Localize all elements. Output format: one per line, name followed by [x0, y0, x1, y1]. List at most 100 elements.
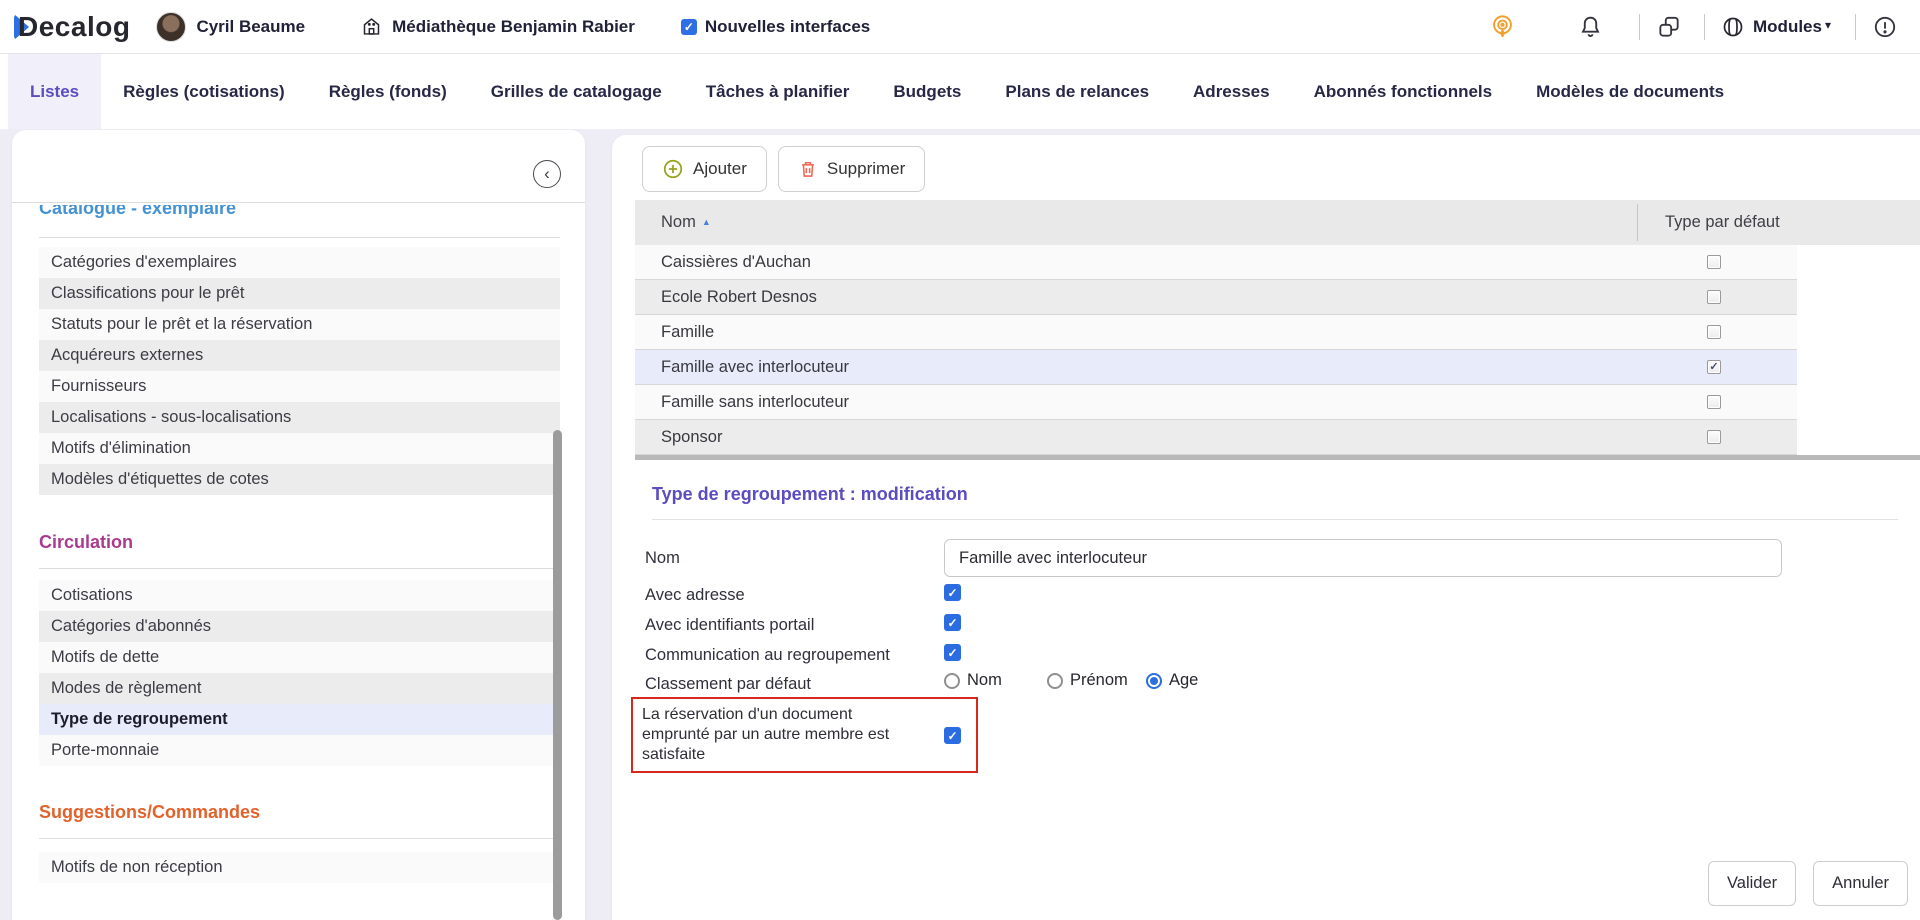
lists-sidebar: ‹ Catalogue - exemplaire Catégories d'ex…: [12, 130, 585, 920]
table-row[interactable]: Famille sans interlocuteur: [635, 385, 1797, 420]
column-header-type-par-defaut[interactable]: Type par défaut: [1665, 200, 1780, 245]
table-toolbar: Ajouter Supprimer: [642, 146, 925, 192]
table-row[interactable]: Caissières d'Auchan: [635, 245, 1797, 280]
table-row[interactable]: Famille: [635, 315, 1797, 350]
classement-par-defaut-label: Classement par défaut: [645, 675, 811, 694]
table-row[interactable]: Ecole Robert Desnos: [635, 280, 1797, 315]
sidebar-item-motifs-elimination[interactable]: Motifs d'élimination: [39, 433, 560, 464]
header-divider: [1855, 14, 1856, 40]
add-button[interactable]: Ajouter: [642, 146, 767, 192]
default-type-checkbox[interactable]: [1707, 360, 1721, 374]
sidebar-item-classifications-pret[interactable]: Classifications pour le prêt: [39, 278, 560, 309]
sidebar-item-cotisations[interactable]: Cotisations: [39, 580, 560, 611]
avec-identifiants-portail-label: Avec identifiants portail: [645, 616, 814, 635]
new-ui-label: Nouvelles interfaces: [705, 17, 870, 37]
collapse-sidebar-button[interactable]: ‹: [533, 160, 561, 188]
default-type-checkbox[interactable]: [1707, 290, 1721, 304]
tab-adresses[interactable]: Adresses: [1171, 54, 1292, 129]
sidebar-item-fournisseurs[interactable]: Fournisseurs: [39, 371, 560, 402]
plus-circle-icon: [662, 158, 684, 180]
tab-budgets[interactable]: Budgets: [871, 54, 983, 129]
nom-input[interactable]: [944, 539, 1782, 577]
sidebar-item-categories-exemplaires[interactable]: Catégories d'exemplaires: [39, 247, 560, 278]
radio-icon[interactable]: [944, 673, 960, 689]
radio-option-nom[interactable]: Nom: [944, 671, 1002, 690]
column-header-nom[interactable]: Nom▲: [661, 200, 711, 245]
tab-regles-cotisations[interactable]: Règles (cotisations): [101, 54, 307, 129]
modules-menu[interactable]: Modules ▾: [1721, 15, 1831, 39]
nom-field-label: Nom: [645, 549, 680, 568]
sidebar-divider: [39, 838, 560, 839]
module-tabbar: Listes Règles (cotisations) Règles (fond…: [0, 54, 1920, 129]
cancel-button[interactable]: Annuler: [1813, 861, 1908, 906]
default-type-checkbox[interactable]: [1707, 430, 1721, 444]
modules-icon: [1721, 15, 1745, 39]
chevron-left-icon: ‹: [544, 164, 550, 183]
form-divider: [652, 519, 1898, 520]
sidebar-divider: [39, 568, 560, 569]
reservation-satisfaite-checkbox[interactable]: [944, 727, 961, 744]
delete-button[interactable]: Supprimer: [778, 146, 925, 192]
tab-plans-de-relances[interactable]: Plans de relances: [983, 54, 1171, 129]
main-panel: Ajouter Supprimer Nom▲ Type par défaut: [612, 135, 1920, 920]
table-horizontal-scrollbar[interactable]: [635, 455, 1920, 460]
user-avatar[interactable]: [156, 12, 186, 42]
tab-listes[interactable]: Listes: [8, 54, 101, 129]
sidebar-section-suggestions-title: Suggestions/Commandes: [39, 802, 260, 823]
tab-regles-fonds[interactable]: Règles (fonds): [307, 54, 469, 129]
decalog-logo: Decalog: [14, 11, 130, 43]
sidebar-item-motifs-de-dette[interactable]: Motifs de dette: [39, 642, 560, 673]
radio-icon[interactable]: [1047, 673, 1063, 689]
sidebar-section-circulation-title: Circulation: [39, 532, 133, 553]
user-name: Cyril Beaume: [196, 17, 305, 37]
sidebar-item-modes-de-reglement[interactable]: Modes de règlement: [39, 673, 560, 704]
header-divider: [1704, 14, 1705, 40]
default-type-checkbox[interactable]: [1707, 395, 1721, 409]
beacon-icon[interactable]: [1489, 13, 1516, 40]
sidebar-item-statuts-pret-reservation[interactable]: Statuts pour le prêt et la réservation: [39, 309, 560, 340]
new-ui-checkbox[interactable]: [681, 19, 697, 35]
sidebar-item-modeles-etiquettes[interactable]: Modèles d'étiquettes de cotes: [39, 464, 560, 495]
notifications-bell-icon[interactable]: [1578, 14, 1603, 39]
communication-regroupement-label: Communication au regroupement: [645, 646, 890, 665]
sidebar-scrollbar-thumb[interactable]: [553, 430, 562, 920]
sidebar-item-acquereurs-externes[interactable]: Acquéreurs externes: [39, 340, 560, 371]
library-name: Médiathèque Benjamin Rabier: [392, 17, 635, 37]
sidebar-item-porte-monnaie[interactable]: Porte-monnaie: [39, 735, 560, 766]
communication-regroupement-checkbox[interactable]: [944, 644, 961, 661]
sort-ascending-icon: ▲: [702, 217, 711, 227]
default-type-checkbox[interactable]: [1707, 325, 1721, 339]
modules-label: Modules: [1753, 17, 1822, 37]
top-header: Decalog Cyril Beaume Médiathèque Benjami…: [0, 0, 1920, 54]
table-row[interactable]: Sponsor: [635, 420, 1797, 455]
column-divider: [1637, 204, 1638, 241]
reservation-satisfaite-label: La réservation d'un document emprunté pa…: [633, 699, 925, 771]
sidebar-item-type-de-regroupement[interactable]: Type de regroupement: [39, 704, 560, 735]
sidebar-suggestions-list: Motifs de non réception: [39, 852, 560, 883]
logo-text: Decalog: [18, 11, 130, 43]
tab-taches-a-planifier[interactable]: Tâches à planifier: [684, 54, 872, 129]
sidebar-section-catalogue-title-clipped: Catalogue - exemplaire: [39, 205, 236, 221]
tab-grilles-catalogage[interactable]: Grilles de catalogage: [469, 54, 684, 129]
avec-identifiants-portail-checkbox[interactable]: [944, 614, 961, 631]
sidebar-catalogue-list: Catégories d'exemplaires Classifications…: [39, 247, 560, 495]
sidebar-item-categories-abonnes[interactable]: Catégories d'abonnés: [39, 611, 560, 642]
tab-abonnes-fonctionnels[interactable]: Abonnés fonctionnels: [1292, 54, 1515, 129]
radio-option-prenom[interactable]: Prénom: [1047, 671, 1128, 690]
info-icon[interactable]: [1872, 14, 1898, 40]
trash-icon: [798, 159, 818, 179]
avec-adresse-checkbox[interactable]: [944, 584, 961, 601]
tab-modeles-de-documents[interactable]: Modèles de documents: [1514, 54, 1746, 129]
table-row-selected[interactable]: Famille avec interlocuteur: [635, 350, 1797, 385]
link-windows-icon[interactable]: [1656, 14, 1682, 40]
sidebar-item-motifs-non-reception[interactable]: Motifs de non réception: [39, 852, 560, 883]
validate-button[interactable]: Valider: [1708, 861, 1796, 906]
radio-icon[interactable]: [1146, 673, 1162, 689]
default-type-checkbox[interactable]: [1707, 255, 1721, 269]
chevron-down-icon: ▾: [1825, 18, 1831, 32]
sidebar-circulation-list: Cotisations Catégories d'abonnés Motifs …: [39, 580, 560, 766]
form-actions: Valider Annuler: [1708, 861, 1908, 906]
sidebar-item-localisations[interactable]: Localisations - sous-localisations: [39, 402, 560, 433]
library-building-icon: [361, 16, 382, 37]
radio-option-age[interactable]: Age: [1146, 671, 1198, 690]
